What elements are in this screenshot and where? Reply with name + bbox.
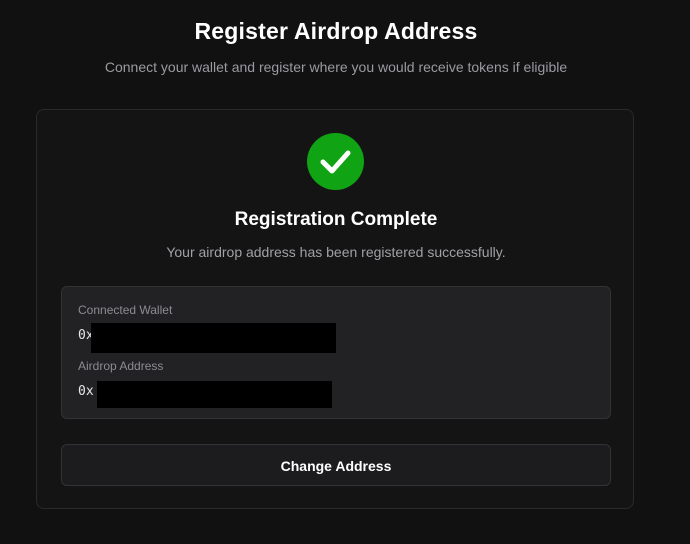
registration-complete-title: Registration Complete xyxy=(234,209,438,230)
page-subtitle: Connect your wallet and register where y… xyxy=(104,59,568,75)
airdrop-address-label: Airdrop Address xyxy=(78,359,164,373)
page: Register Airdrop Address Connect your wa… xyxy=(0,0,690,544)
airdrop-address-prefix: 0x xyxy=(78,384,94,399)
address-info-box: Connected Wallet 0x Airdrop Address 0x xyxy=(61,286,611,419)
registration-card: Registration Complete Your airdrop addre… xyxy=(36,109,634,509)
change-address-button[interactable]: Change Address xyxy=(61,444,611,486)
connected-wallet-label: Connected Wallet xyxy=(78,303,173,317)
airdrop-address-redaction xyxy=(97,381,332,408)
registration-complete-message: Your airdrop address has been registered… xyxy=(166,244,506,260)
page-title: Register Airdrop Address xyxy=(194,18,478,44)
check-icon xyxy=(320,150,351,174)
success-badge xyxy=(307,133,364,190)
airdrop-address-value: 0x xyxy=(78,384,94,399)
connected-wallet-redaction xyxy=(91,323,336,353)
